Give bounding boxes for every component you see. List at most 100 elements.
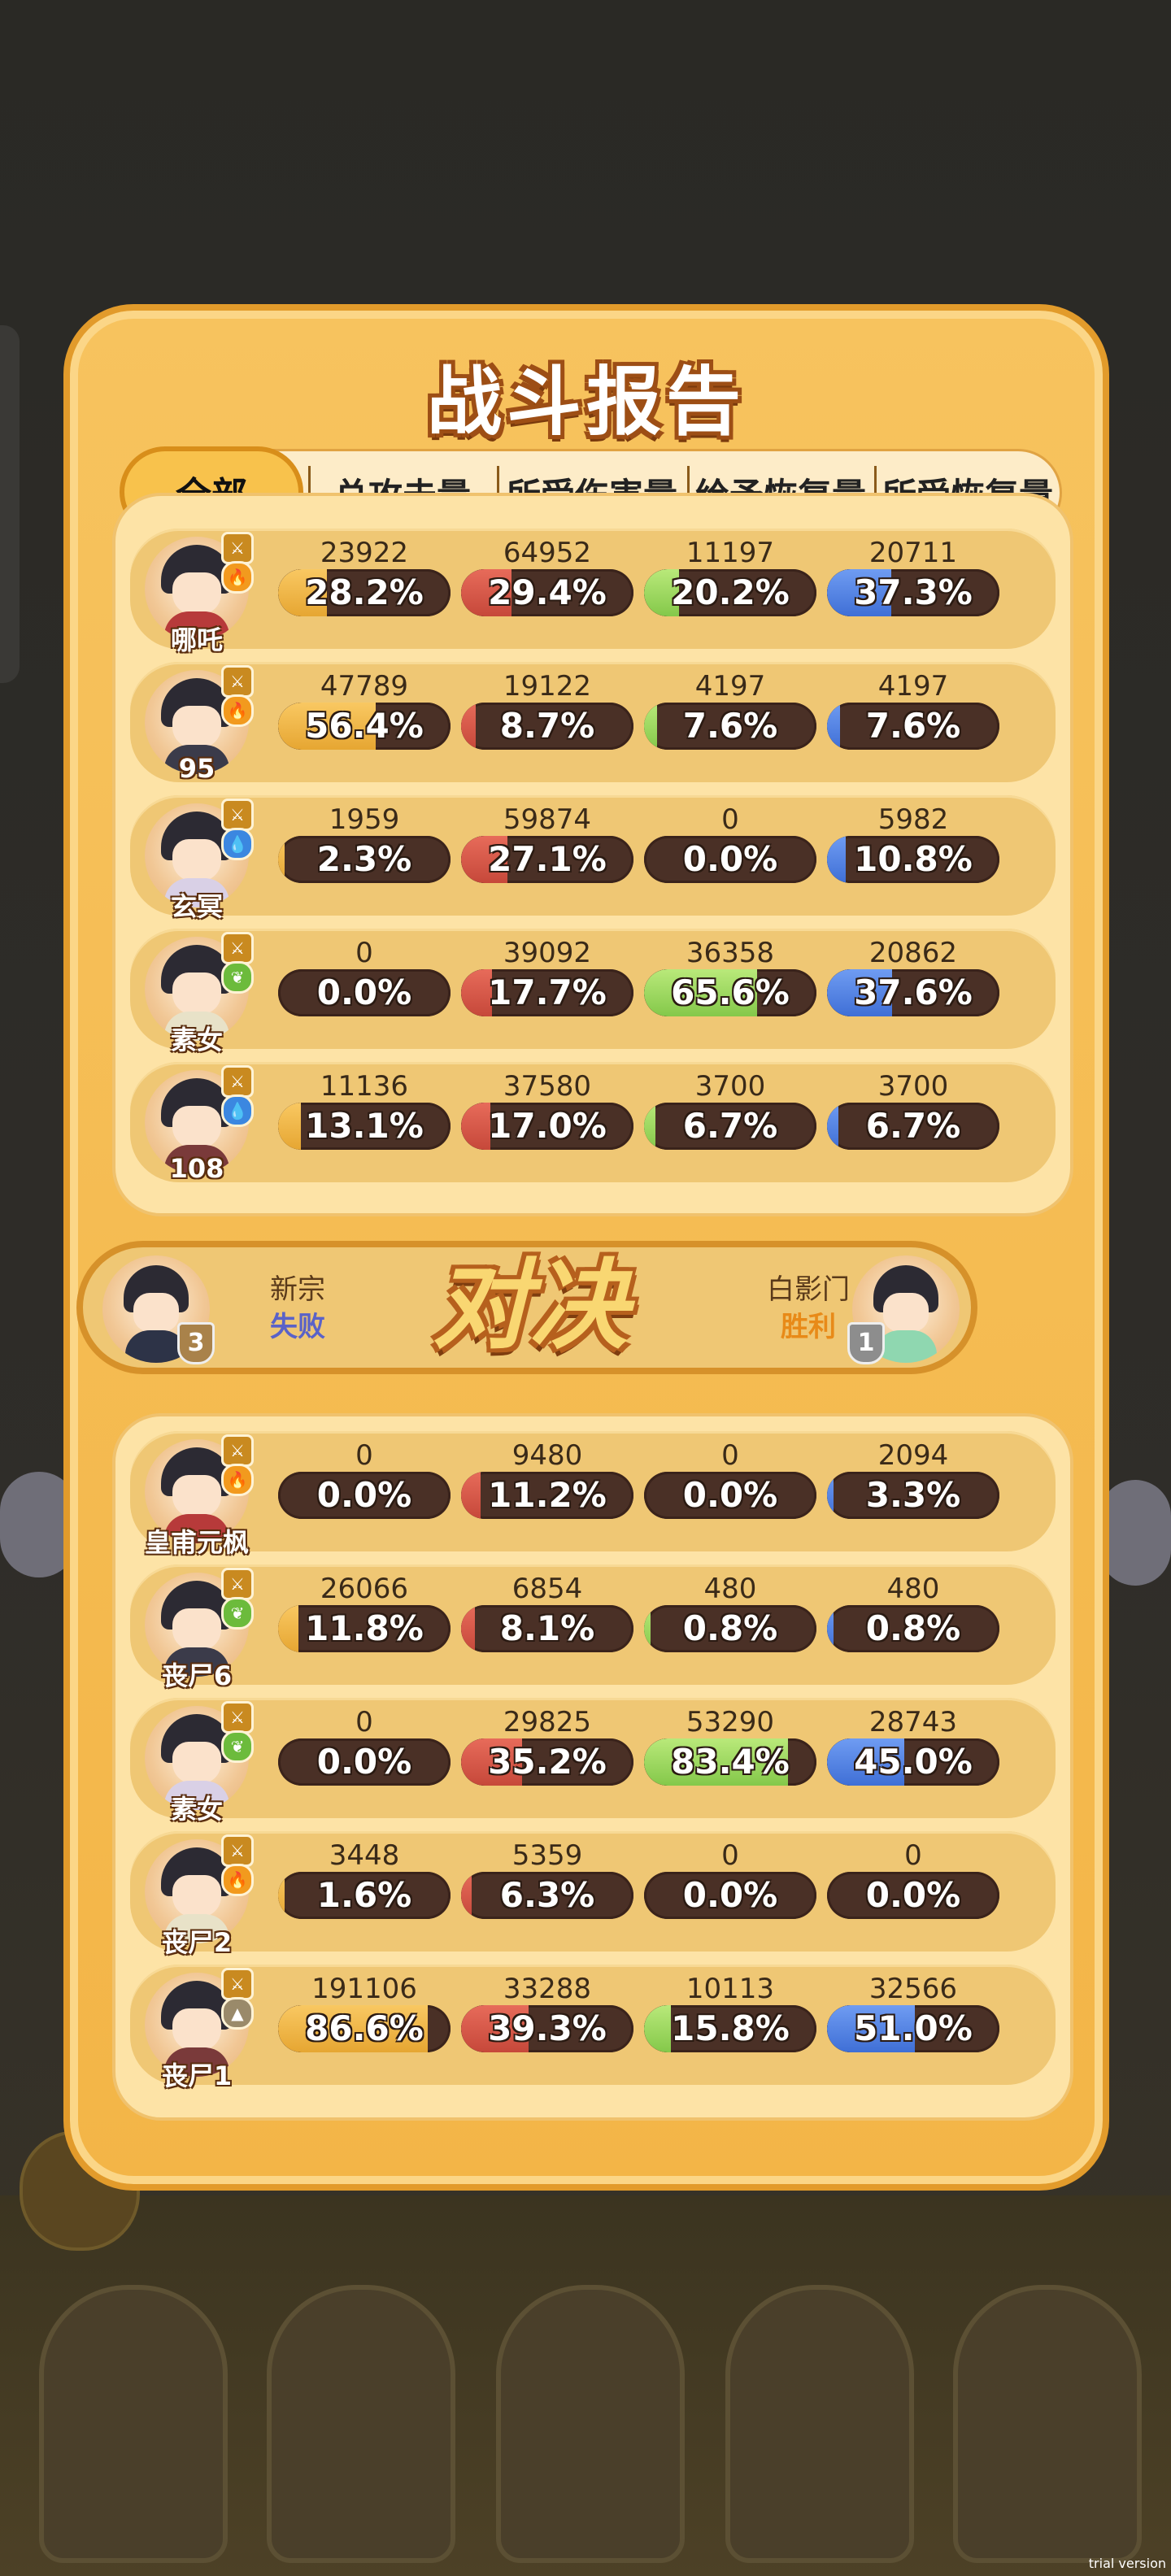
healing-received-value: 2094 bbox=[877, 1439, 949, 1472]
total-attack-percent: 56.4% bbox=[305, 706, 424, 746]
damage-taken-stat: 29825 35.2% bbox=[461, 1706, 633, 1804]
total-attack-value: 26066 bbox=[320, 1573, 409, 1605]
total-attack-percent: 1.6% bbox=[316, 1875, 412, 1915]
healing-given-percent: 20.2% bbox=[671, 572, 790, 612]
role-icon: ⚔ bbox=[221, 798, 254, 831]
bottom-team-stats: ⚔ 🔥 皇甫元枫 0 0.0% 9480 11.2% 0 0.0% 2094 3.3% ⚔ ❦ 丧尸6 26… bbox=[112, 1413, 1073, 2121]
fire-element-icon: 🔥 bbox=[221, 1864, 254, 1896]
healing-given-value: 4197 bbox=[694, 670, 766, 703]
healing-received-stat: 20711 37.3% bbox=[827, 537, 999, 634]
total-attack-percent: 86.6% bbox=[305, 2008, 424, 2048]
healing-given-value: 36358 bbox=[686, 937, 775, 969]
damage-taken-percent: 8.1% bbox=[499, 1608, 595, 1648]
total-attack-value: 0 bbox=[355, 937, 373, 969]
hero-slot-5[interactable] bbox=[953, 2285, 1142, 2563]
total-attack-stat: 191106 86.6% bbox=[278, 1973, 451, 2070]
healing-given-stat: 10113 15.8% bbox=[644, 1973, 816, 2070]
healing-received-percent: 0.8% bbox=[865, 1608, 961, 1648]
healing-received-percent: 37.6% bbox=[854, 973, 973, 1012]
total-attack-stat: 47789 56.4% bbox=[278, 670, 451, 768]
healing-received-stat: 32566 51.0% bbox=[827, 1973, 999, 2070]
earth-element-icon: ▲ bbox=[221, 1997, 254, 2030]
damage-taken-value: 29825 bbox=[503, 1706, 592, 1738]
damage-taken-percent: 6.3% bbox=[499, 1875, 595, 1915]
total-attack-value: 3448 bbox=[329, 1839, 400, 1872]
role-icon: ⚔ bbox=[221, 1701, 254, 1734]
background-left-edge bbox=[0, 325, 20, 683]
member-row: ⚔ ❦ 素女 0 0.0% 39092 17.7% 36358 65.6% 20862 37.6% bbox=[130, 929, 1056, 1055]
healing-given-percent: 15.8% bbox=[671, 2008, 790, 2048]
healing-received-value: 32566 bbox=[868, 1973, 958, 2005]
healing-received-stat: 28743 45.0% bbox=[827, 1706, 999, 1804]
damage-taken-stat: 39092 17.7% bbox=[461, 937, 633, 1034]
member-row: ⚔ 🔥 哪吒 23922 28.2% 64952 29.4% 11197 20.2% 20711 3… bbox=[130, 529, 1056, 655]
hero-slot-2[interactable] bbox=[267, 2285, 455, 2563]
total-attack-percent: 0.0% bbox=[316, 973, 412, 1012]
damage-taken-value: 6854 bbox=[511, 1573, 583, 1605]
healing-given-percent: 0.0% bbox=[682, 1475, 778, 1515]
healing-given-value: 0 bbox=[721, 1439, 739, 1472]
healing-received-value: 20711 bbox=[868, 537, 958, 569]
member-name: 丧尸2 bbox=[161, 1927, 233, 1958]
damage-taken-percent: 11.2% bbox=[488, 1475, 607, 1515]
total-attack-value: 191106 bbox=[311, 1973, 417, 2005]
fire-element-icon: 🔥 bbox=[221, 1464, 254, 1496]
healing-received-value: 4197 bbox=[877, 670, 949, 703]
versus-banner: 3 新宗 失败 对决 白影门 胜利 1 bbox=[76, 1241, 977, 1374]
member-name: 丧尸6 bbox=[161, 1660, 233, 1691]
role-icon: ⚔ bbox=[221, 1434, 254, 1467]
total-attack-stat: 3448 1.6% bbox=[278, 1839, 451, 1937]
damage-taken-stat: 9480 11.2% bbox=[461, 1439, 633, 1537]
member-row: ⚔ 🔥 皇甫元枫 0 0.0% 9480 11.2% 0 0.0% 2094 3.3% bbox=[130, 1431, 1056, 1558]
healing-given-value: 0 bbox=[721, 803, 739, 836]
healing-received-percent: 0.0% bbox=[865, 1875, 961, 1915]
role-icon: ⚔ bbox=[221, 1834, 254, 1867]
total-attack-percent: 0.0% bbox=[316, 1475, 412, 1515]
damage-taken-percent: 17.0% bbox=[488, 1106, 607, 1146]
healing-given-percent: 0.0% bbox=[682, 1875, 778, 1915]
damage-taken-stat: 33288 39.3% bbox=[461, 1973, 633, 2070]
damage-taken-stat: 64952 29.4% bbox=[461, 537, 633, 634]
total-attack-stat: 0 0.0% bbox=[278, 1439, 451, 1537]
total-attack-value: 47789 bbox=[320, 670, 409, 703]
healing-given-percent: 6.7% bbox=[682, 1106, 778, 1146]
left-team-name: 新宗 bbox=[270, 1273, 325, 1306]
total-attack-stat: 11136 13.1% bbox=[278, 1070, 451, 1168]
member-name: 哪吒 bbox=[170, 624, 223, 655]
damage-taken-percent: 29.4% bbox=[488, 572, 607, 612]
healing-given-stat: 53290 83.4% bbox=[644, 1706, 816, 1804]
member-name: 皇甫元枫 bbox=[144, 1527, 249, 1558]
healing-given-stat: 480 0.8% bbox=[644, 1573, 816, 1670]
hero-slot-1[interactable] bbox=[39, 2285, 228, 2563]
healing-given-stat: 0 0.0% bbox=[644, 1439, 816, 1537]
member-name: 丧尸1 bbox=[161, 2060, 233, 2091]
role-icon: ⚔ bbox=[221, 1968, 254, 2000]
healing-given-value: 53290 bbox=[686, 1706, 775, 1738]
hero-slot-4[interactable] bbox=[725, 2285, 914, 2563]
healing-given-percent: 7.6% bbox=[682, 706, 778, 746]
damage-taken-percent: 17.7% bbox=[488, 973, 607, 1012]
total-attack-stat: 0 0.0% bbox=[278, 937, 451, 1034]
healing-given-percent: 0.0% bbox=[682, 839, 778, 879]
total-attack-percent: 11.8% bbox=[305, 1608, 424, 1648]
healing-given-percent: 83.4% bbox=[671, 1742, 790, 1782]
healing-received-stat: 3700 6.7% bbox=[827, 1070, 999, 1168]
damage-taken-stat: 37580 17.0% bbox=[461, 1070, 633, 1168]
damage-taken-stat: 5359 6.3% bbox=[461, 1839, 633, 1937]
total-attack-percent: 13.1% bbox=[305, 1106, 424, 1146]
fire-element-icon: 🔥 bbox=[221, 694, 254, 727]
total-attack-value: 11136 bbox=[320, 1070, 409, 1103]
healing-received-percent: 10.8% bbox=[854, 839, 973, 879]
healing-given-percent: 65.6% bbox=[671, 973, 790, 1012]
hero-slot-3[interactable] bbox=[496, 2285, 685, 2563]
healing-received-percent: 37.3% bbox=[854, 572, 973, 612]
healing-received-value: 20862 bbox=[868, 937, 958, 969]
water-element-icon: 💧 bbox=[221, 828, 254, 860]
member-row: ⚔ 💧 玄冥 1959 2.3% 59874 27.1% 0 0.0% 5982 10.8% bbox=[130, 795, 1056, 922]
watermark: trial version bbox=[1088, 2556, 1166, 2571]
damage-taken-value: 64952 bbox=[503, 537, 592, 569]
healing-given-value: 0 bbox=[721, 1839, 739, 1872]
damage-taken-stat: 6854 8.1% bbox=[461, 1573, 633, 1670]
total-attack-value: 0 bbox=[355, 1706, 373, 1738]
total-attack-value: 23922 bbox=[320, 537, 409, 569]
